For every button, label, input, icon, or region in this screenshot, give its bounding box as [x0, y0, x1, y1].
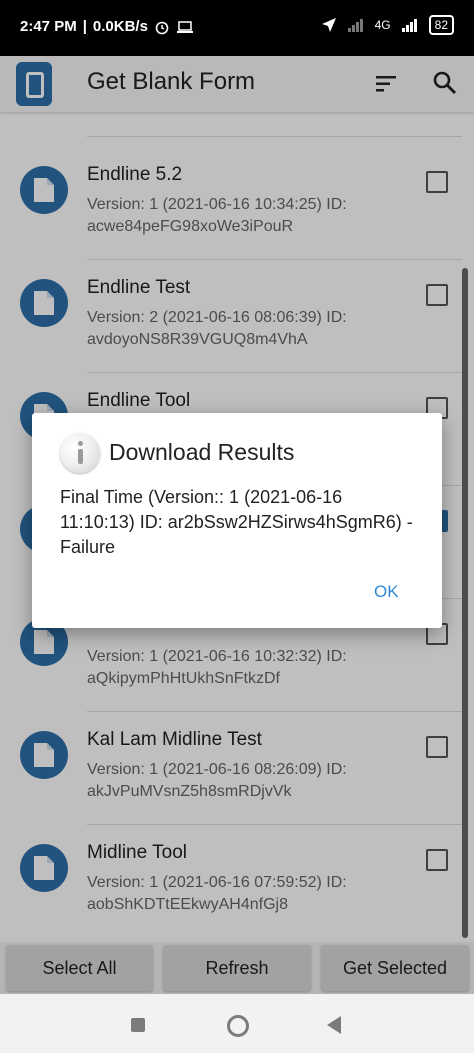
nav-back-icon[interactable] [327, 1016, 341, 1034]
laptop-icon [176, 20, 193, 33]
alarm-icon [155, 21, 169, 34]
status-speed: 0.0KB/s [92, 18, 148, 35]
download-results-dialog: Download Results Final Time (Version:: 1… [32, 413, 442, 628]
ok-button[interactable]: OK [374, 582, 399, 602]
dialog-message: Final Time (Version:: 1 (2021-06-16 11:1… [60, 487, 413, 557]
battery-level: 82 [428, 15, 454, 35]
location-icon [321, 18, 336, 32]
dialog-title: Download Results [109, 439, 295, 465]
nav-home-icon[interactable] [227, 1015, 249, 1037]
signal-icon-2 [401, 19, 417, 32]
nav-recents-icon[interactable] [131, 1018, 145, 1032]
status-time: 2:47 PM [20, 18, 77, 35]
system-nav-bar [0, 994, 474, 1053]
network-type: 4G [374, 18, 391, 32]
info-icon [60, 433, 100, 473]
status-bar: 2:47 PM | 0.0KB/s 4G 82 [0, 0, 474, 56]
signal-icon [347, 19, 363, 32]
